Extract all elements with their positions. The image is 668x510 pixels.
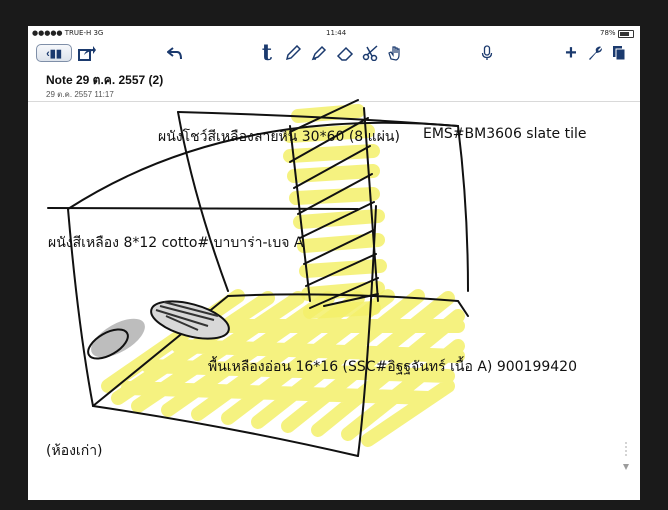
drawing-canvas[interactable]: [28, 26, 640, 500]
page-scroll-indicator[interactable]: [622, 442, 630, 472]
label-ems-tile: EMS#BM3606 slate tile: [423, 126, 587, 142]
label-floor: พื้นเหลืองอ่อน 16*16 (SSC#อิฐฐจันทร์ เนื…: [208, 359, 577, 375]
ipad-screen: ●●●●● TRUE-H 3G 11:44 78% ‹▮▮ t + Note 2…: [28, 26, 640, 500]
label-wall-yellow: ผนังสีเหลือง 8*12 cotto# บาบาร่า-เบจ A: [48, 235, 304, 251]
scroll-arrow-icon: [623, 442, 629, 470]
label-old-room: (ห้องเก่า): [46, 443, 103, 459]
label-wall-tile: ผนังโชว์สีเหลืองลายหิน 30*60 (8 แผ่น): [158, 129, 400, 145]
